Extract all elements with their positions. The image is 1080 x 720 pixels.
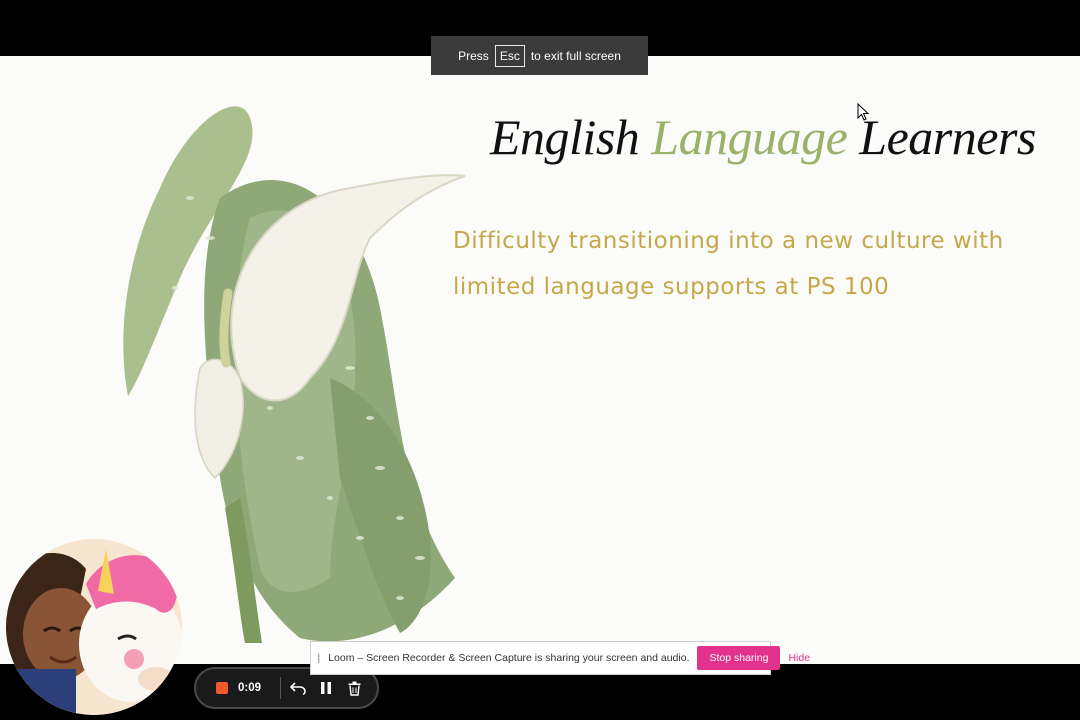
slide-body-text: Difficulty transitioning into a new cult… (453, 218, 1053, 310)
title-word-language: Language (651, 109, 848, 165)
recording-timer: 0:09 (238, 682, 262, 694)
fullscreen-exit-notice: Press Esc to exit full screen (431, 36, 648, 75)
esc-key-badge: Esc (494, 44, 525, 67)
notice-text-after: to exit full screen (530, 48, 621, 63)
pause-icon (321, 682, 331, 694)
avatar-illustration (6, 539, 182, 715)
title-word-english: English (490, 109, 640, 165)
screen-sharing-notification: || Loom – Screen Recorder & Screen Captu… (310, 641, 810, 675)
delete-recording-button[interactable] (343, 677, 365, 699)
record-stop-icon[interactable] (216, 682, 228, 694)
sharing-message: Loom – Screen Recorder & Screen Capture … (328, 652, 690, 664)
mouse-pointer-icon (857, 103, 870, 121)
stop-sharing-button[interactable]: Stop sharing (697, 646, 781, 670)
title-word-learners: Learners (859, 109, 1036, 165)
drag-handle-icon[interactable]: || (317, 653, 321, 664)
trash-icon (348, 681, 360, 696)
webcam-avatar-bubble (6, 539, 182, 715)
hide-notification-link[interactable]: Hide (788, 652, 810, 664)
undo-button[interactable] (287, 677, 309, 699)
undo-icon (290, 682, 306, 695)
calla-lily-illustration (123, 106, 466, 643)
pause-button[interactable] (315, 677, 337, 699)
body-line-2: limited language supports at PS 100 (453, 274, 890, 300)
slide-title: English Language Learners (490, 108, 1036, 166)
notice-text-before: Press (458, 48, 489, 63)
body-line-1: Difficulty transitioning into a new cult… (453, 228, 1004, 254)
controls-divider (280, 677, 281, 699)
